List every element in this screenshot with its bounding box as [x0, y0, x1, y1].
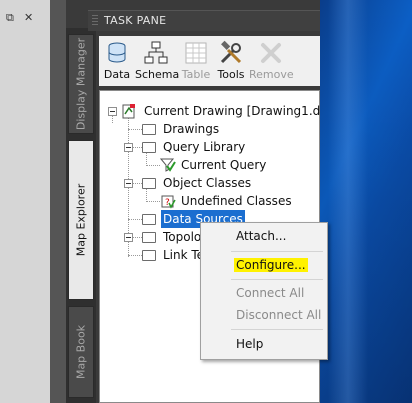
tab-map-explorer[interactable]: Map Explorer [68, 140, 94, 300]
table-label: Table [181, 68, 211, 81]
collapse-icon[interactable] [124, 179, 133, 188]
tree-line [133, 147, 142, 148]
folder-icon [142, 250, 156, 261]
toolbar: Data Schema Table Tools Remove [99, 36, 320, 86]
data-label: Data [103, 68, 131, 81]
tree-label: Current Drawing [Drawing1.dwg [144, 104, 338, 118]
task-pane-title: TASK PANE [104, 14, 167, 27]
restore-icon[interactable]: ⧉ [6, 12, 14, 24]
tree-line [128, 129, 142, 130]
tree-line [146, 152, 147, 166]
folder-icon [142, 142, 156, 153]
tree-line [146, 188, 147, 202]
grip-icon[interactable] [92, 15, 98, 27]
remove-button[interactable]: Remove [249, 38, 294, 84]
collapse-icon[interactable] [124, 233, 133, 242]
task-pane-header[interactable]: TASK PANE [88, 10, 320, 31]
tree-line [146, 165, 160, 166]
tab-map-book[interactable]: Map Book [68, 306, 94, 398]
table-icon [185, 42, 207, 64]
collapse-icon[interactable] [108, 107, 117, 116]
tree-line [146, 201, 160, 202]
remove-label: Remove [249, 68, 294, 81]
tools-button[interactable]: Tools [215, 38, 247, 84]
tree-line [128, 219, 142, 220]
tree-label: Link Te [163, 248, 205, 262]
schema-button[interactable]: Schema [135, 38, 180, 84]
left-panel-strip: ⧉ ✕ [0, 0, 50, 403]
menu-item-connect-all[interactable]: Connect All [236, 286, 304, 300]
desktop-background [320, 0, 412, 403]
drawing-icon [122, 104, 135, 119]
menu-item-attach[interactable]: Attach... [236, 229, 286, 243]
menu-separator [231, 329, 323, 330]
menu-separator [231, 279, 323, 280]
tree-label: Query Library [163, 140, 246, 154]
tree-label: Undefined Classes [181, 194, 292, 208]
collapse-icon[interactable] [124, 143, 133, 152]
tree-line [128, 255, 142, 256]
context-menu: Attach... Configure... Connect All Disco… [200, 222, 328, 360]
tree-label: Current Query [181, 158, 267, 172]
tools-label: Tools [217, 68, 245, 81]
folder-icon [142, 124, 156, 135]
undefined-class-icon: ? [161, 195, 176, 209]
tab-label: Map Explorer [74, 183, 88, 257]
tree-label: Drawings [163, 122, 220, 136]
schema-label: Schema [135, 68, 180, 81]
tree-line [133, 183, 142, 184]
menu-item-help[interactable]: Help [236, 337, 263, 351]
folder-icon [142, 178, 156, 189]
close-icon[interactable]: ✕ [24, 12, 33, 24]
folder-icon [142, 214, 156, 225]
remove-icon [261, 43, 281, 63]
tools-icon [220, 40, 242, 64]
menu-separator [231, 251, 323, 252]
data-button[interactable]: Data [101, 38, 133, 84]
side-tab-bar: Display Manager Map Explorer Map Book [66, 28, 96, 403]
tree-label: Object Classes [163, 176, 252, 190]
tab-label: Map Book [74, 324, 88, 380]
menu-item-configure[interactable]: Configure... [234, 258, 308, 272]
splitter[interactable] [50, 0, 66, 403]
tab-display-manager[interactable]: Display Manager [68, 34, 94, 134]
light-beam [328, 0, 368, 403]
tab-label: Display Manager [74, 37, 88, 131]
database-icon [108, 42, 126, 63]
menu-item-disconnect-all[interactable]: Disconnect All [236, 308, 321, 322]
tree-line [133, 237, 142, 238]
schema-icon [144, 41, 168, 64]
query-filter-icon [160, 158, 176, 172]
folder-icon [142, 232, 156, 243]
table-button[interactable]: Table [179, 38, 213, 84]
tree-label: Topolo [163, 230, 202, 244]
